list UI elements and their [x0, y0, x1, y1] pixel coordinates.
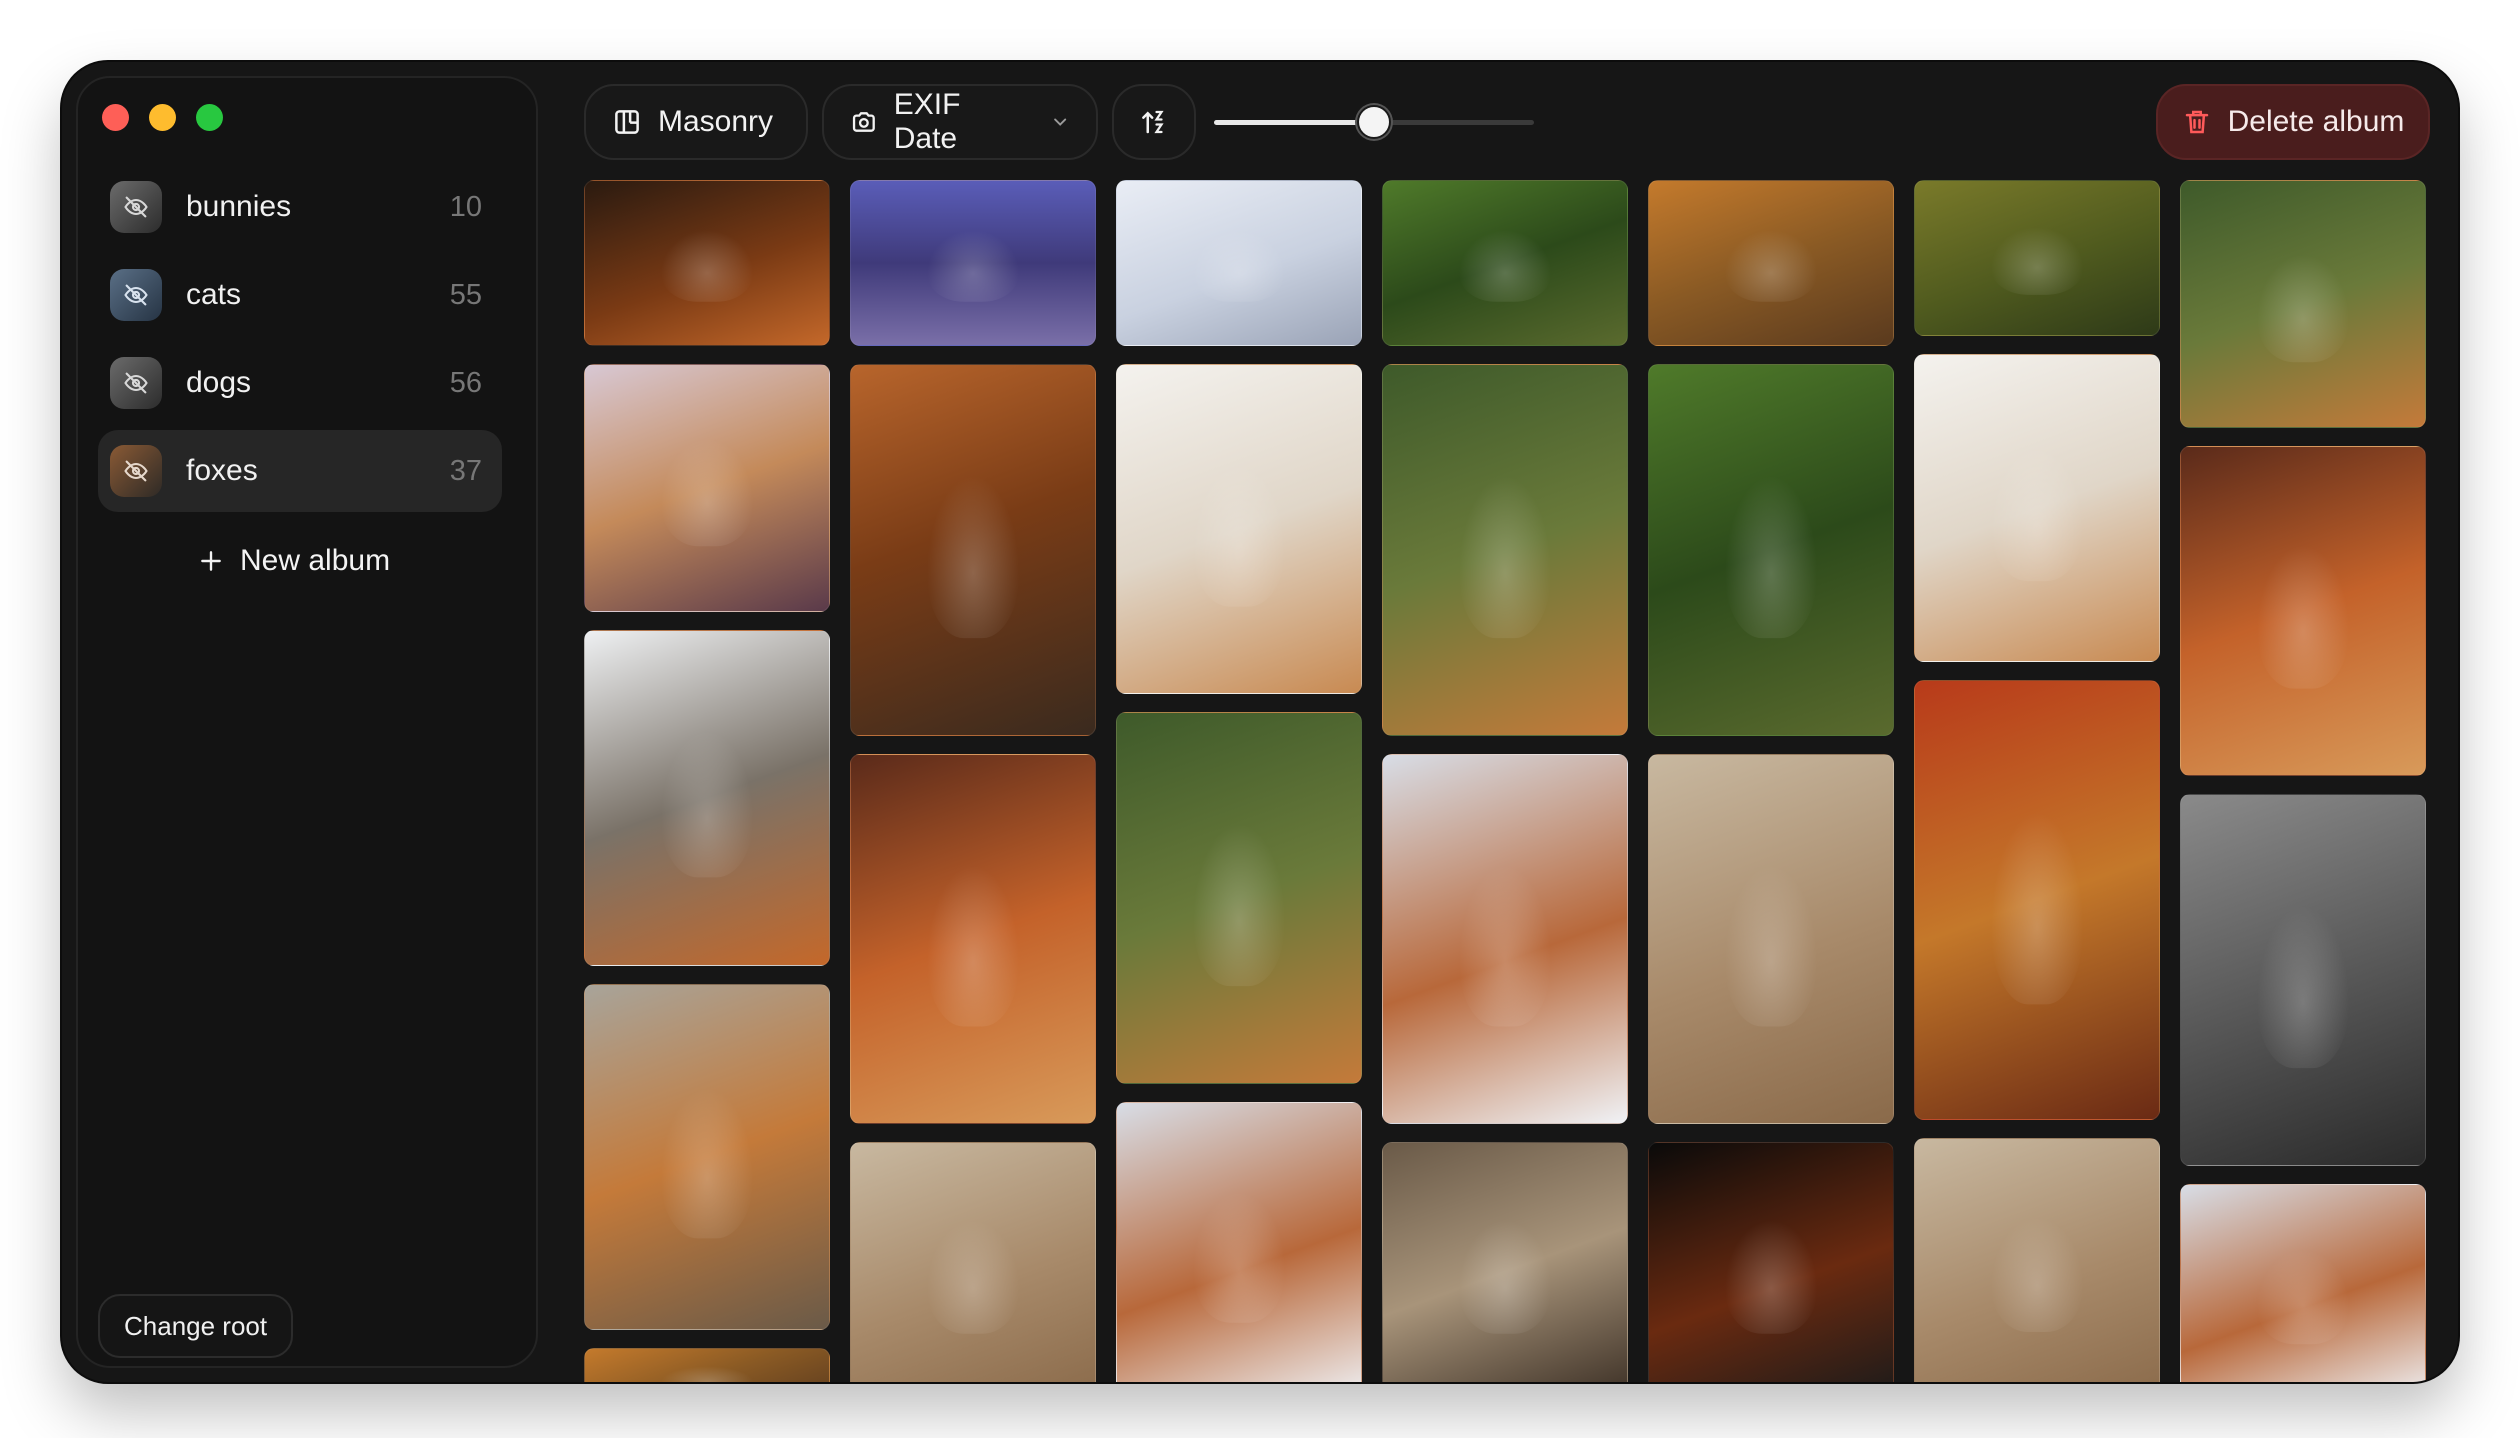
change-root-button[interactable]: Change root [98, 1294, 294, 1358]
photo-tile[interactable] [1116, 364, 1362, 694]
album-item-dogs[interactable]: dogs 56 [98, 342, 502, 424]
eye-slash-icon [124, 284, 148, 306]
album-count: 10 [449, 190, 482, 223]
album-count: 55 [449, 278, 482, 311]
photo-tile[interactable] [1382, 364, 1628, 736]
photo-tile[interactable] [1382, 1142, 1628, 1382]
new-album-label: New album [240, 544, 391, 577]
new-album-button[interactable]: New album [198, 536, 390, 586]
album-thumbnail [110, 269, 162, 321]
sidebar: bunnies 10 cats 55 dogs 56 foxes 37 New … [76, 76, 538, 1368]
trash-icon [2185, 110, 2208, 134]
photo-tile[interactable] [2180, 1184, 2426, 1382]
album-name: bunnies [186, 190, 292, 223]
photo-tile[interactable] [584, 984, 830, 1330]
photo-tile[interactable] [584, 180, 830, 346]
album-count: 56 [449, 366, 482, 399]
columns-icon [615, 110, 639, 134]
photo-tile[interactable] [2180, 794, 2426, 1166]
photo-tile[interactable] [1116, 712, 1362, 1084]
photo-tile[interactable] [584, 630, 830, 966]
camera-icon [852, 112, 875, 132]
delete-album-label: Delete album [2227, 105, 2405, 138]
photo-tile[interactable] [1382, 754, 1628, 1124]
photo-tile[interactable] [1914, 680, 2160, 1120]
photo-tile[interactable] [584, 1348, 830, 1382]
album-thumbnail [110, 357, 162, 409]
photo-grid [584, 180, 2444, 1382]
photo-tile[interactable] [1648, 1142, 1894, 1382]
sort-field-select[interactable]: EXIF Date [822, 84, 1098, 160]
photo-tile[interactable] [850, 364, 1096, 736]
album-thumbnail [110, 181, 162, 233]
photo-tile[interactable] [1914, 1138, 2160, 1382]
eye-slash-icon [124, 460, 148, 482]
photo-tile[interactable] [1648, 754, 1894, 1124]
album-count: 37 [449, 454, 482, 487]
album-list: bunnies 10 cats 55 dogs 56 foxes 37 [98, 166, 502, 518]
photo-tile[interactable] [850, 180, 1096, 346]
zoom-slider-thumb[interactable] [1357, 105, 1391, 139]
zoom-slider[interactable] [1214, 102, 1534, 142]
photo-tile[interactable] [1116, 1102, 1362, 1382]
zoom-slider-fill [1214, 120, 1374, 125]
album-item-foxes[interactable]: foxes 37 [98, 430, 502, 512]
window-maximize-button[interactable] [196, 104, 223, 131]
photo-tile[interactable] [2180, 446, 2426, 776]
eye-slash-icon [124, 372, 148, 394]
album-name: dogs [186, 366, 252, 399]
window-minimize-button[interactable] [149, 104, 176, 131]
photo-tile[interactable] [1648, 364, 1894, 736]
album-name: foxes [186, 454, 258, 487]
sort-field-label: EXIF Date [893, 88, 961, 155]
photo-tile[interactable] [1648, 180, 1894, 346]
window-controls [102, 104, 223, 131]
photo-tile[interactable] [850, 1142, 1096, 1382]
photo-tile[interactable] [1914, 180, 2160, 336]
photo-tile[interactable] [1116, 180, 1362, 346]
album-name: cats [186, 278, 242, 311]
sort-ascending-icon [1142, 110, 1164, 134]
eye-slash-icon [124, 196, 148, 218]
photo-tile[interactable] [584, 364, 830, 612]
app-window: bunnies 10 cats 55 dogs 56 foxes 37 New … [62, 62, 2458, 1382]
photo-tile[interactable] [2180, 180, 2426, 428]
chevron-down-icon [1053, 118, 1066, 126]
album-item-bunnies[interactable]: bunnies 10 [98, 166, 502, 248]
photo-tile[interactable] [1382, 180, 1628, 346]
layout-label: Masonry [658, 105, 774, 138]
layout-button[interactable]: Masonry [584, 84, 808, 160]
photo-tile[interactable] [1914, 354, 2160, 662]
window-close-button[interactable] [102, 104, 129, 131]
sort-order-button[interactable] [1112, 84, 1196, 160]
delete-album-button[interactable]: Delete album [2156, 84, 2430, 160]
toolbar: Masonry EXIF Date Delete album [578, 84, 2436, 160]
album-thumbnail [110, 445, 162, 497]
album-item-cats[interactable]: cats 55 [98, 254, 502, 336]
photo-tile[interactable] [850, 754, 1096, 1124]
plus-icon [201, 551, 221, 571]
